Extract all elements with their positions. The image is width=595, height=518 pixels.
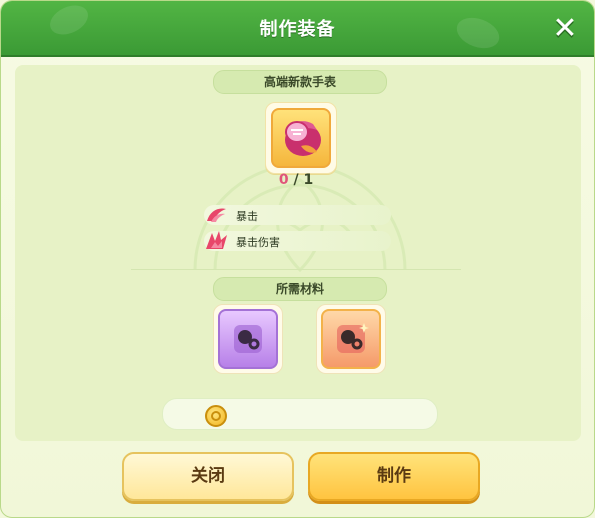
coin-icon <box>205 405 227 427</box>
count-separator: / <box>293 172 299 188</box>
close-icon[interactable]: ✕ <box>549 14 581 45</box>
attribute-row: 暴击 <box>204 205 391 225</box>
required-count: 1 <box>303 172 314 188</box>
purple-material-icon <box>234 325 262 353</box>
make-button[interactable]: 制作 <box>308 452 480 501</box>
item-slot-frame <box>271 108 331 168</box>
crit-icon <box>207 208 226 222</box>
orange-material-icon <box>337 323 369 353</box>
cost-bar <box>162 398 438 430</box>
watch-icon <box>285 121 321 156</box>
attribute-label: 暴击伤害 <box>236 236 280 249</box>
crit-damage-icon <box>206 231 227 249</box>
material-frame-orange <box>321 309 381 369</box>
close-button[interactable]: 关闭 <box>122 452 294 501</box>
material-slot[interactable] <box>316 304 386 374</box>
materials-label: 所需材料 <box>275 282 324 296</box>
item-name: 高端新款手表 <box>263 75 336 89</box>
item-name-bar: 高端新款手表 <box>213 70 387 94</box>
craft-dialog: 制作装备 ✕ 高端新款手表 0 / 1 暴击 暴击伤害 所需材料 关闭 制作 <box>0 0 595 518</box>
content-panel: 高端新款手表 <box>15 65 581 441</box>
material-slot[interactable] <box>213 304 283 374</box>
item-count: 0 / 1 <box>261 172 331 188</box>
item-slot[interactable] <box>265 102 337 174</box>
dialog-title: 制作装备 <box>259 19 336 40</box>
dialog-header: 制作装备 ✕ <box>1 1 594 57</box>
owned-count: 0 <box>278 172 289 188</box>
attribute-label: 暴击 <box>236 210 258 223</box>
section-divider <box>131 269 461 270</box>
attribute-row: 暴击伤害 <box>204 231 391 251</box>
material-frame-purple <box>218 309 278 369</box>
materials-label-bar: 所需材料 <box>213 277 387 301</box>
